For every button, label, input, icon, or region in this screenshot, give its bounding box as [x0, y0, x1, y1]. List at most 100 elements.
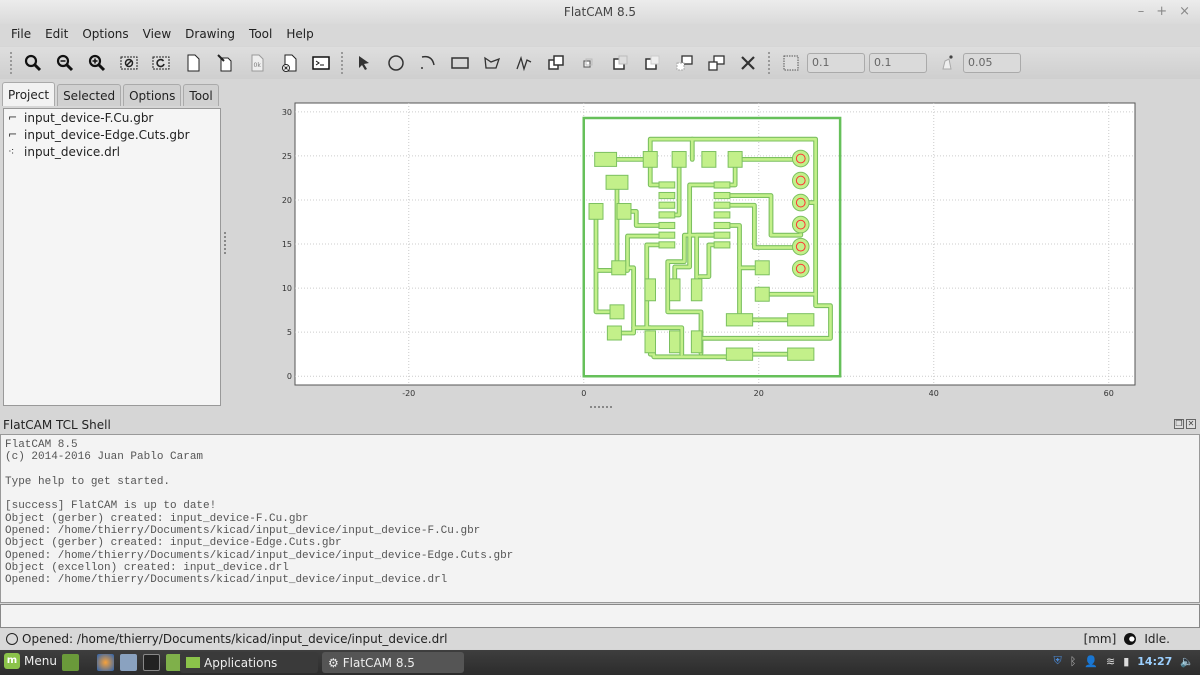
firefox-icon[interactable] — [97, 654, 114, 671]
select-icon — [359, 56, 369, 70]
menu-help[interactable]: Help — [279, 24, 320, 46]
taskbar-window-flatcam[interactable]: ⚙ FlatCAM 8.5 — [322, 652, 464, 673]
volume-icon[interactable]: 🔈 — [1180, 655, 1194, 668]
close-button[interactable]: × — [1179, 0, 1190, 24]
menu-file[interactable]: File — [4, 24, 38, 46]
plot-area[interactable]: -20 0 20 40 60 0 5 10 15 20 25 30 — [228, 82, 1200, 412]
taskbar-window-label: Applications — [204, 655, 278, 670]
shell-icon — [312, 56, 330, 70]
x-tick-label: -20 — [402, 389, 415, 398]
clear-plot-button[interactable] — [113, 49, 145, 77]
edit-geometry-button[interactable] — [209, 49, 241, 77]
update-shield-icon[interactable]: ⛨ — [1053, 654, 1061, 668]
start-menu-button[interactable]: m Menu — [4, 653, 57, 669]
clock[interactable]: 14:27 — [1137, 655, 1172, 668]
minimize-button[interactable]: – — [1138, 0, 1145, 24]
project-item-label: input_device.drl — [24, 144, 120, 159]
move-icon — [676, 55, 693, 71]
subtraction-button[interactable] — [604, 49, 636, 77]
grid-y-input[interactable]: 0.1 — [869, 53, 927, 73]
update-geometry-button[interactable]: 0k — [241, 49, 273, 77]
rectangle-icon — [451, 57, 469, 69]
y-tick-label: 0 — [287, 372, 292, 381]
toolbar-grip[interactable] — [341, 52, 344, 74]
grid-snap-button[interactable] — [775, 49, 807, 77]
notebook-panel: Project Selected Options Tool ⌐ input_de… — [0, 82, 222, 406]
toolbar-grip[interactable] — [768, 52, 771, 74]
horizontal-splitter[interactable] — [590, 406, 612, 410]
menu-view[interactable]: View — [136, 24, 178, 46]
pad — [658, 201, 676, 209]
tab-tool[interactable]: Tool — [183, 84, 219, 106]
project-item[interactable]: ⌐ input_device-Edge.Cuts.gbr — [4, 126, 220, 143]
union-button[interactable] — [540, 49, 572, 77]
gerber-icon: ⌐ — [8, 128, 18, 141]
menu-tool[interactable]: Tool — [242, 24, 279, 46]
pad — [642, 151, 658, 168]
taskbar-window-applications[interactable]: Applications — [180, 652, 318, 673]
polygon-button[interactable] — [476, 49, 508, 77]
delete-shape-button[interactable] — [732, 49, 764, 77]
grid-x-input[interactable]: 0.1 — [807, 53, 865, 73]
plot-canvas[interactable]: -20 0 20 40 60 0 5 10 15 20 25 30 — [228, 82, 1200, 412]
new-geometry-button[interactable] — [177, 49, 209, 77]
user-icon[interactable]: 👤 — [1084, 655, 1098, 668]
arc-button[interactable] — [412, 49, 444, 77]
battery-icon[interactable]: ▮ — [1123, 655, 1129, 668]
through-hole-pad — [791, 259, 810, 278]
through-hole-pad — [791, 193, 810, 212]
tab-options[interactable]: Options — [123, 84, 182, 106]
maximize-button[interactable]: + — [1156, 0, 1167, 24]
pad — [701, 151, 717, 168]
select-button[interactable] — [348, 49, 380, 77]
copy-button[interactable] — [700, 49, 732, 77]
y-tick-label: 5 — [287, 328, 292, 337]
project-item-label: input_device-F.Cu.gbr — [24, 110, 154, 125]
bluetooth-icon[interactable]: ᛒ — [1070, 655, 1077, 668]
intersection-button[interactable] — [572, 49, 604, 77]
tab-selected[interactable]: Selected — [57, 84, 122, 106]
status-bar: Opened: /home/thierry/Documents/kicad/in… — [0, 629, 1200, 649]
mail-icon[interactable] — [120, 654, 137, 671]
shell-button[interactable] — [305, 49, 337, 77]
x-tick-label: 20 — [754, 389, 764, 398]
menu-drawing[interactable]: Drawing — [178, 24, 242, 46]
menu-options[interactable]: Options — [75, 24, 135, 46]
path-button[interactable] — [508, 49, 540, 77]
cut-button[interactable] — [636, 49, 668, 77]
shell-title: FlatCAM TCL Shell — [3, 418, 111, 432]
wifi-icon[interactable]: ≋ — [1106, 655, 1115, 668]
shell-input[interactable] — [0, 604, 1200, 628]
through-hole-pad — [791, 171, 810, 190]
toolbar-grip[interactable] — [10, 52, 13, 74]
menu-edit[interactable]: Edit — [38, 24, 75, 46]
drill-icon: ⁖ — [8, 145, 15, 158]
circle-button[interactable] — [380, 49, 412, 77]
pad — [690, 278, 703, 302]
shell-close-button[interactable]: ✕ — [1186, 419, 1196, 429]
system-tray: ⛨ ᛒ 👤 ≋ ▮ 14:27 🔈 — [1053, 654, 1194, 668]
delete-object-button[interactable] — [273, 49, 305, 77]
replot-button[interactable] — [145, 49, 177, 77]
tab-project[interactable]: Project — [2, 82, 56, 106]
project-item[interactable]: ⁖ input_device.drl — [4, 143, 220, 160]
snap-corner-button[interactable] — [931, 49, 963, 77]
snap-magnet-icon — [942, 55, 953, 70]
zoom-fit-button[interactable] — [17, 49, 49, 77]
terminal-icon[interactable] — [143, 654, 160, 671]
rectangle-button[interactable] — [444, 49, 476, 77]
zoom-in-button[interactable] — [81, 49, 113, 77]
pad — [787, 347, 815, 361]
through-hole-pad — [791, 215, 810, 234]
snap-max-input[interactable]: 0.05 — [963, 53, 1021, 73]
pad — [713, 231, 731, 239]
taskbar-window-label: FlatCAM 8.5 — [342, 655, 415, 670]
polygon-icon — [484, 56, 501, 69]
move-button[interactable] — [668, 49, 700, 77]
mint-logo-icon: m — [4, 653, 20, 669]
pad — [727, 151, 743, 168]
project-item[interactable]: ⌐ input_device-F.Cu.gbr — [4, 109, 220, 126]
shell-float-button[interactable]: ❐ — [1174, 419, 1184, 429]
show-desktop-icon[interactable] — [62, 654, 79, 671]
zoom-out-button[interactable] — [49, 49, 81, 77]
